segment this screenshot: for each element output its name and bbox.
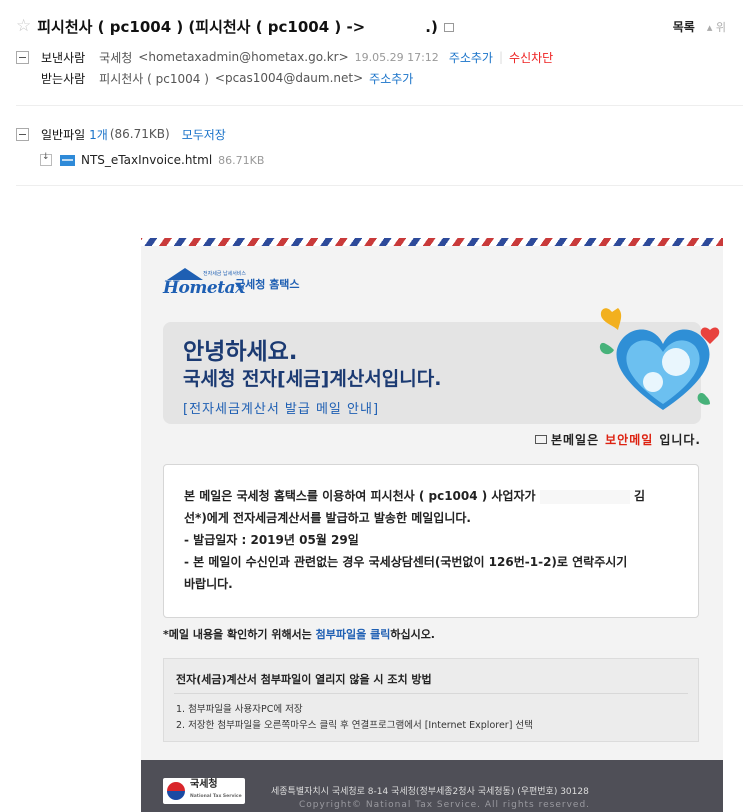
footer-logo-name: 국세청 — [190, 779, 218, 790]
sender-email: <hometaxadmin@hometax.go.kr> — [138, 50, 349, 64]
footer-address: 세종특별자치시 국세청로 8-14 국세청(정부세종2청사 국세청동) (우편번… — [271, 787, 589, 797]
mail-subject: 피시천사 ( pc1004 ) (피시천사 ( pc1004 ) ->.) — [37, 16, 438, 37]
howto-title: 전자(세금)계산서 첨부파일이 열리지 않을 시 조치 방법 — [176, 673, 432, 686]
notice-line-1b: 김 — [633, 489, 646, 503]
notice-box: 본 메일은 국세청 홈택스를 이용하여 피시천사 ( pc1004 ) 사업자가… — [163, 464, 699, 618]
attachment-file-name[interactable]: NTS_eTaxInvoice.html — [81, 153, 212, 167]
secure-mail-notice: 본메일은 보안메일 입니다. — [534, 431, 701, 448]
secure-suffix: 입니다. — [659, 433, 701, 447]
subject-row: ☆ 피시천사 ( pc1004 ) (피시천사 ( pc1004 ) ->.) … — [16, 14, 736, 38]
collapse-toggle-icon[interactable] — [16, 50, 29, 64]
greeting-subtitle: 국세청 전자[세금]계산서입니다. — [183, 368, 442, 390]
attachments-total-size: (86.71KB) — [109, 127, 170, 141]
sent-date: 19.05.29 17:12 — [354, 50, 439, 64]
copy-icon[interactable] — [443, 22, 454, 32]
subject-part-1: 피시천사 ( pc1004 ) (피시천사 ( pc1004 ) -> — [37, 17, 366, 36]
howto-step-1: 1. 첨부파일을 사용자PC에 저장 — [176, 704, 303, 715]
envelope-icon — [534, 435, 547, 444]
sender-add-contact-link[interactable]: 주소추가 — [449, 49, 493, 66]
nts-logo: 국세청 National Tax Service — [163, 778, 245, 804]
download-icon[interactable] — [40, 152, 52, 166]
howto-step-2: 2. 저장한 첨부파일을 오른쪽마우스 클릭 후 연결프로그램에서 [Inter… — [176, 720, 533, 731]
footer-copyright: Copyright© National Tax Service. All rig… — [299, 800, 591, 810]
logo-small-text: 전자세금 납세서비스 — [203, 271, 246, 277]
hometax-logo: Hometax 전자세금 납세서비스 국세청 홈택스 — [163, 268, 300, 298]
footer-logo-label: 국세청 National Tax Service — [190, 780, 242, 802]
click-suffix: 하십시오. — [390, 628, 435, 641]
block-sender-link[interactable]: 수신차단 — [509, 49, 553, 66]
notice-line-3: - 발급일자 : 2019년 05월 29일 — [184, 533, 359, 547]
attachments-toggle-icon[interactable] — [16, 127, 29, 141]
recipient-email: <pcas1004@daum.net> — [214, 71, 364, 85]
recipient-row: 받는사람 피시천사 ( pc1004 ) <pcas1004@daum.net>… — [41, 68, 413, 88]
secure-highlight: 보안메일 — [605, 433, 654, 447]
howto-divider — [174, 693, 688, 694]
click-attachment-link[interactable]: 첨부파일을 클릭 — [316, 628, 391, 641]
logo-word: Hometax — [163, 278, 245, 298]
star-icon[interactable]: ☆ — [16, 16, 31, 36]
footer-logo-sub: National Tax Service — [190, 794, 242, 799]
divider — [16, 185, 743, 186]
secure-prefix: 본메일은 — [550, 433, 600, 447]
greeting-caption: [전자세금계산서 발급 메일 안내] — [183, 402, 380, 417]
heart-illustration-icon — [599, 308, 720, 410]
header-actions: 목록 ▴ 위 — [673, 18, 726, 35]
save-all-link[interactable]: 모두저장 — [182, 126, 226, 143]
attachment-file-size: 86.71KB — [218, 153, 265, 167]
greeting-banner: 안녕하세요. 국세청 전자[세금]계산서입니다. [전자세금계산서 발급 메일 … — [163, 308, 720, 424]
list-button[interactable]: 목록 — [673, 18, 695, 35]
click-instruction: *메일 내용을 확인하기 위해서는 첨부파일을 클릭하십시오. — [163, 626, 435, 642]
separator: | — [498, 50, 504, 64]
mail-body: Hometax 전자세금 납세서비스 국세청 홈택스 안녕하세요. 국세청 전자… — [141, 238, 723, 812]
sender-row: 보낸사람 국세청 <hometaxadmin@hometax.go.kr> 19… — [16, 47, 553, 67]
recipient-name: 피시천사 ( pc1004 ) — [99, 71, 209, 86]
mail-footer: 국세청 National Tax Service 세종특별자치시 국세청로 8-… — [141, 760, 723, 812]
airmail-stripe — [141, 238, 723, 246]
notice-line-4: - 본 메일이 수신인과 관련없는 경우 국세상담센터(국번없이 126번-1-… — [184, 555, 628, 569]
recipient-label: 받는사람 — [41, 71, 86, 86]
masked-text — [539, 489, 630, 504]
sender-label: 보낸사람 — [41, 50, 86, 65]
notice-line-5: 바랍니다. — [184, 577, 233, 591]
notice-line-2: 선*)에게 전자세금계산서를 발급하고 발송한 메일입니다. — [184, 511, 471, 525]
notice-line-1a: 본 메일은 국세청 홈택스를 이용하여 피시천사 ( pc1004 ) 사업자가 — [184, 489, 536, 503]
attachments-label: 일반파일 — [41, 127, 86, 142]
howto-box: 전자(세금)계산서 첨부파일이 열리지 않을 시 조치 방법 1. 첨부파일을 … — [163, 658, 699, 742]
taeguk-icon — [167, 782, 185, 800]
attachments-row: 일반파일 1개 (86.71KB) 모두저장 — [16, 124, 226, 144]
greeting-title: 안녕하세요. — [183, 339, 298, 365]
divider — [16, 105, 743, 106]
notice-text: 본 메일은 국세청 홈택스를 이용하여 피시천사 ( pc1004 ) 사업자가… — [184, 485, 684, 595]
notice-line: 본 메일은 국세청 홈택스를 이용하여 피시천사 ( pc1004 ) 사업자가… — [184, 485, 684, 507]
subject-part-2: .) — [425, 17, 438, 36]
attachment-item: NTS_eTaxInvoice.html 86.71KB — [40, 150, 264, 170]
click-prefix: *메일 내용을 확인하기 위해서는 — [163, 628, 312, 641]
html-file-icon — [60, 154, 75, 166]
prev-mail-button[interactable]: ▴ 위 — [707, 19, 726, 35]
recipient-add-contact-link[interactable]: 주소추가 — [369, 70, 413, 87]
sender-name: 국세청 — [99, 50, 133, 65]
hometax-logo-mark: Hometax 전자세금 납세서비스 — [163, 268, 246, 298]
attachments-count: 1개 — [89, 127, 108, 142]
